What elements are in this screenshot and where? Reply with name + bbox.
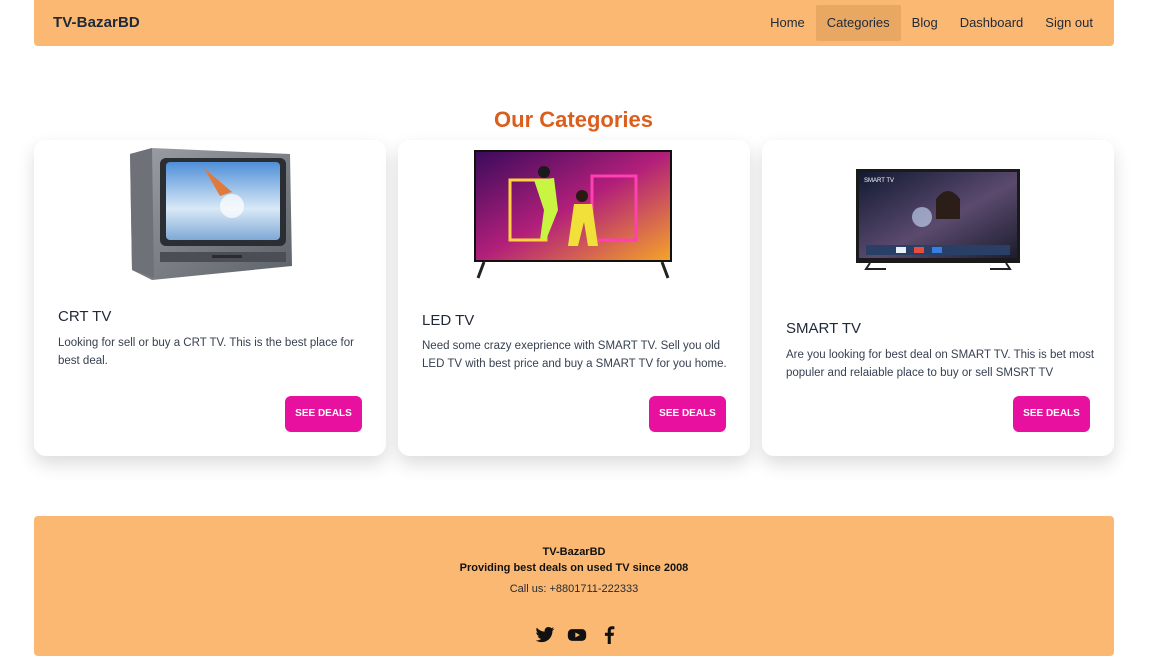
card-title: LED TV <box>422 312 475 329</box>
nav-item-sign-out[interactable]: Sign out <box>1034 5 1104 41</box>
youtube-icon[interactable] <box>566 626 588 646</box>
card-description: Are you looking for best deal on SMART T… <box>786 349 1095 379</box>
navbar: TV-BazarBD Home Categories Blog Dashboar… <box>34 0 1114 46</box>
smart-tv-screen-label: SMART TV <box>864 178 894 184</box>
card-description: Need some crazy exeprience with SMART TV… <box>422 340 727 370</box>
facebook-icon[interactable] <box>598 626 620 646</box>
crt-tv-image <box>130 148 292 280</box>
footer-brand: TV-BazarBD <box>542 546 606 558</box>
nav-item-blog[interactable]: Blog <box>901 5 949 41</box>
see-deals-button[interactable]: SEE DEALS <box>649 396 726 432</box>
twitter-icon[interactable] <box>534 626 556 646</box>
card-title: SMART TV <box>786 320 862 337</box>
footer-phone: Call us: +8801711-222333 <box>509 583 639 595</box>
nav-item-home[interactable]: Home <box>759 5 816 41</box>
see-deals-button[interactable]: SEE DEALS <box>1013 396 1090 432</box>
brand-logo[interactable]: TV-BazarBD <box>53 14 140 31</box>
section-title: Our Categories <box>494 107 653 132</box>
nav-links: Home Categories Blog Dashboard Sign out <box>759 5 1104 41</box>
see-deals-button[interactable]: SEE DEALS <box>285 396 362 432</box>
smart-tv-image: SMART TV <box>856 169 1020 270</box>
card-description: Looking for sell or buy a CRT TV. This i… <box>58 337 354 367</box>
footer-tagline: Providing best deals on used TV since 20… <box>459 562 689 574</box>
social-links <box>534 626 620 646</box>
category-card-led: LED TV Need some crazy exeprience with S… <box>398 140 750 456</box>
category-card-crt: CRT TV Looking for sell or buy a CRT TV.… <box>34 140 386 456</box>
led-tv-image <box>474 150 672 279</box>
nav-item-categories[interactable]: Categories <box>815 5 901 41</box>
card-title: CRT TV <box>58 308 112 325</box>
category-card-smart: SMART TV SMART TV Are you looking for be… <box>762 140 1114 456</box>
nav-item-dashboard[interactable]: Dashboard <box>949 5 1035 41</box>
footer: TV-BazarBD Providing best deals on used … <box>34 516 1114 656</box>
